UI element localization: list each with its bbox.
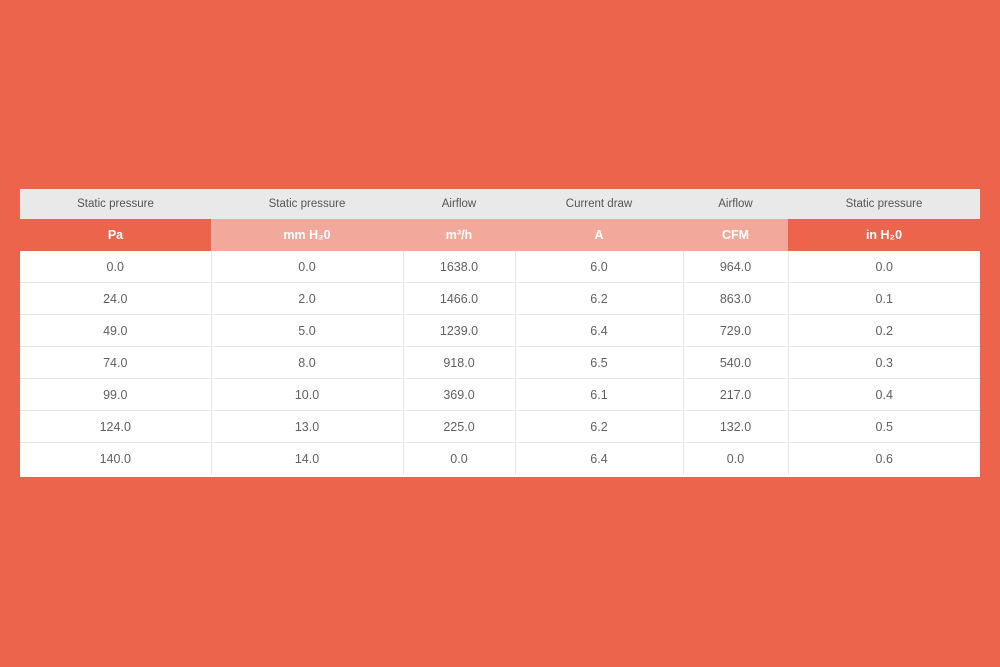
table-cell: 540.0 [682, 346, 788, 379]
column-title-current-draw: Current draw [515, 189, 683, 219]
column-unit-pa: Pa [20, 219, 211, 251]
table-cell: 6.0 [514, 251, 683, 283]
table-cell: 74.0 [20, 346, 211, 379]
table-cell: 0.0 [210, 251, 403, 283]
table-row: 49.0 5.0 1239.0 6.4 729.0 0.2 [20, 314, 980, 347]
table-cell: 6.4 [514, 314, 683, 347]
table-cell: 729.0 [682, 314, 788, 347]
column-unit-m3h: m³/h [403, 219, 515, 251]
table-row: 0.0 0.0 1638.0 6.0 964.0 0.0 [20, 251, 980, 283]
table-row: 74.0 8.0 918.0 6.5 540.0 0.3 [20, 346, 980, 379]
table-cell: 225.0 [402, 410, 515, 443]
table-cell: 217.0 [682, 378, 788, 411]
column-title-airflow-cfm: Airflow [683, 189, 788, 219]
table-cell: 918.0 [402, 346, 515, 379]
table-cell: 1239.0 [402, 314, 515, 347]
table-row: 140.0 14.0 0.0 6.4 0.0 0.6 [20, 442, 980, 474]
table-cell: 1638.0 [402, 251, 515, 283]
table-cell: 6.1 [514, 378, 683, 411]
performance-table-container: Static pressure Static pressure Airflow … [20, 189, 980, 477]
table-cell: 0.2 [787, 314, 980, 347]
table-cell: 99.0 [20, 378, 211, 411]
table-cell: 6.5 [514, 346, 683, 379]
table-cell: 5.0 [210, 314, 403, 347]
table-cell: 0.4 [787, 378, 980, 411]
table-cell: 49.0 [20, 314, 211, 347]
table-cell: 0.0 [402, 442, 515, 474]
table-cell: 13.0 [210, 410, 403, 443]
table-cell: 964.0 [682, 251, 788, 283]
header-title-row: Static pressure Static pressure Airflow … [20, 189, 980, 219]
column-unit-mm-h2o: mm H₂0 [211, 219, 403, 251]
table-row: 24.0 2.0 1466.0 6.2 863.0 0.1 [20, 282, 980, 315]
header-unit-row: Pa mm H₂0 m³/h A CFM in H₂0 [20, 219, 980, 251]
column-title-static-pressure-in: Static pressure [788, 189, 980, 219]
table-cell: 0.1 [787, 282, 980, 315]
table-cell: 863.0 [682, 282, 788, 315]
table-cell: 2.0 [210, 282, 403, 315]
table-cell: 0.0 [106, 259, 124, 274]
table-cell: 8.0 [210, 346, 403, 379]
table-cell: 6.2 [514, 410, 683, 443]
table-cell: 6.2 [514, 282, 683, 315]
table-cell: 0.0 [787, 251, 980, 283]
table-cell: 1466.0 [402, 282, 515, 315]
table-cell: 132.0 [682, 410, 788, 443]
table-cell: 0.3 [787, 346, 980, 379]
column-unit-in-h2o: in H₂0 [788, 219, 980, 251]
table-cell: 10.0 [210, 378, 403, 411]
table-cell: 140.0 [20, 442, 211, 474]
table-row: 124.0 13.0 225.0 6.2 132.0 0.5 [20, 410, 980, 443]
table-cell: 24.0 [20, 282, 211, 315]
column-unit-amps: A [515, 219, 683, 251]
column-title-static-pressure-pa: Static pressure [20, 189, 211, 219]
column-title-static-pressure-mm: Static pressure [211, 189, 403, 219]
performance-table: Static pressure Static pressure Airflow … [20, 189, 980, 474]
table-cell: 369.0 [402, 378, 515, 411]
table-cell: 0.5 [787, 410, 980, 443]
column-title-airflow-m3h: Airflow [403, 189, 515, 219]
table-cell: 0.6 [787, 442, 980, 474]
table-cell: 14.0 [210, 442, 403, 474]
table-row: 99.0 10.0 369.0 6.1 217.0 0.4 [20, 378, 980, 411]
table-cell: 0.0 [682, 442, 788, 474]
column-unit-cfm: CFM [683, 219, 788, 251]
table-cell: 6.4 [514, 442, 683, 474]
table-cell: 124.0 [20, 410, 211, 443]
